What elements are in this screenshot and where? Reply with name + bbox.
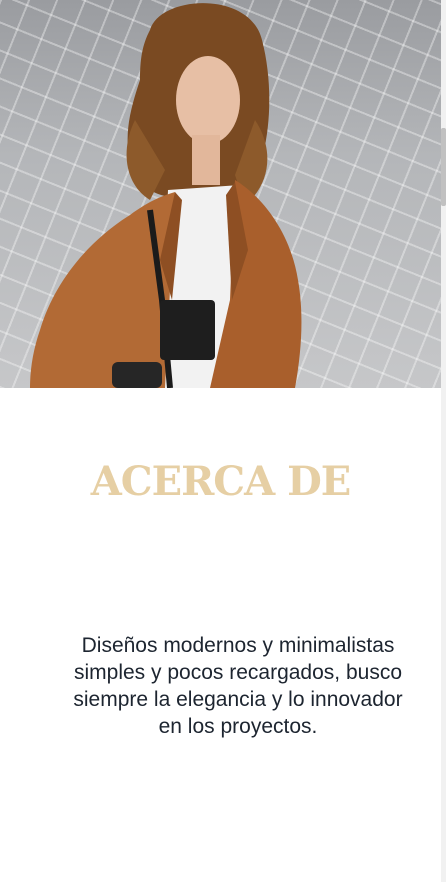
about-description: Diseños modernos y minimalistas simples … — [73, 634, 403, 738]
section-title: ACERCA DE — [90, 458, 352, 505]
scrollbar[interactable] — [441, 0, 446, 882]
hero-image — [0, 0, 441, 388]
scrollbar-thumb[interactable] — [441, 128, 446, 206]
page: ACERCA DE Diseños modernos y minimalista… — [0, 0, 446, 882]
portrait-illustration — [30, 3, 302, 388]
